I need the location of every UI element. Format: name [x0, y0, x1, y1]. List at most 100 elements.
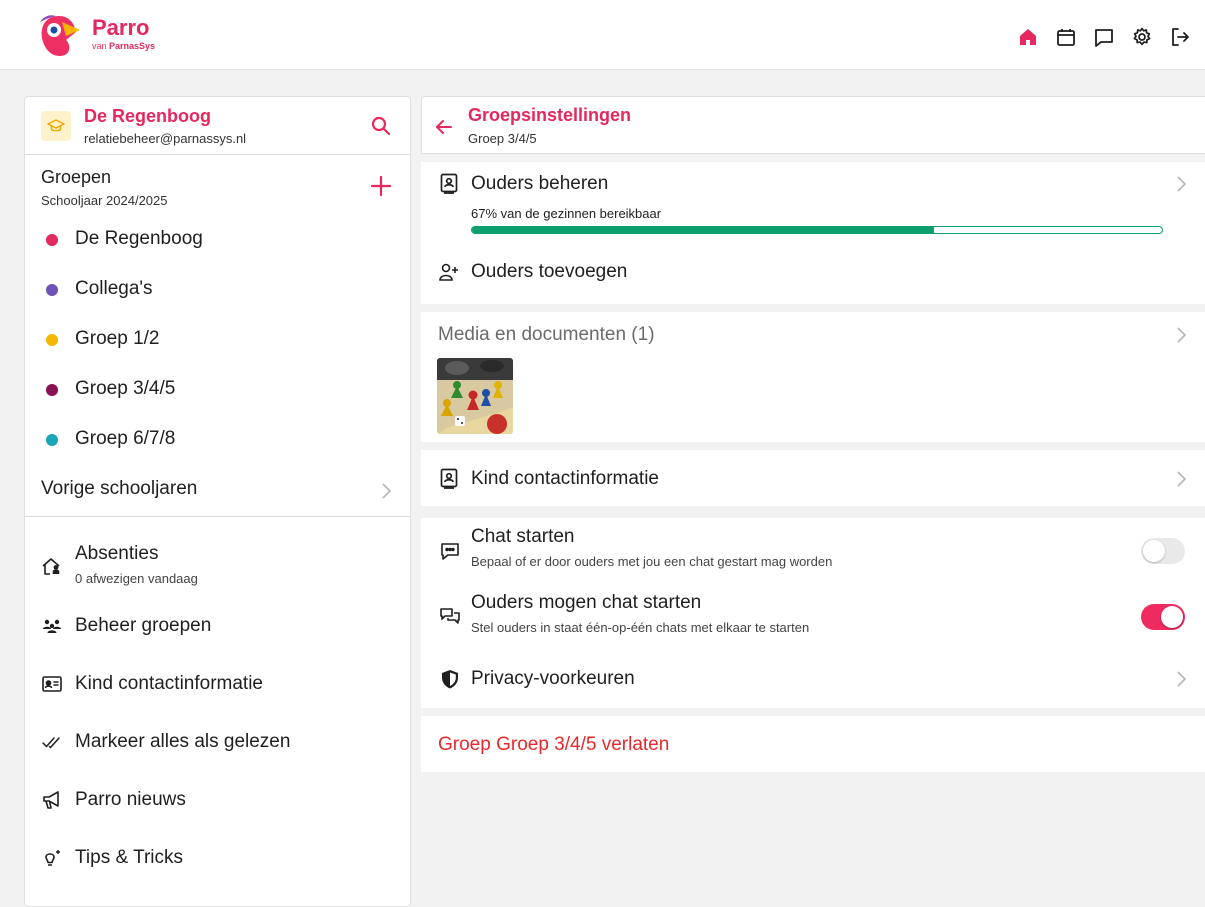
- group-item-groep-6-7-8[interactable]: Groep 6/7/8: [25, 415, 410, 465]
- parro-logo: [40, 15, 80, 56]
- menu-mark-all-read[interactable]: Markeer alles als gelezen: [25, 713, 410, 771]
- menu-label: Parro nieuws: [75, 789, 186, 810]
- chat-icon[interactable]: [1091, 24, 1117, 50]
- chevron-right-icon: [1177, 176, 1187, 192]
- people-group-icon: [43, 619, 61, 633]
- sidebar: De Regenboog relatiebeheer@parnassys.nl …: [24, 96, 411, 907]
- menu-child-contact[interactable]: Kind contactinformatie: [25, 655, 410, 713]
- groups-header: Groepen Schooljaar 2024/2025: [25, 155, 410, 215]
- lightbulb-icon: [45, 850, 60, 866]
- chat-bubbles-icon: [440, 608, 460, 624]
- group-color-dot: [46, 384, 58, 396]
- add-person-icon: [439, 263, 458, 281]
- media-thumbnail-board-game[interactable]: [437, 358, 513, 434]
- chat-settings-card: Chat starten Bepaal of er door ouders me…: [421, 518, 1205, 708]
- media-card: Media en documenten (1): [421, 312, 1205, 442]
- chevron-right-icon: [1177, 471, 1187, 487]
- toggle-knob: [1143, 540, 1165, 562]
- add-parents-label: Ouders toevoegen: [471, 261, 628, 282]
- group-label: Collega's: [75, 278, 153, 299]
- back-arrow-icon[interactable]: [434, 117, 454, 137]
- previous-years-label: Vorige schooljaren: [41, 478, 198, 499]
- page-subtitle: Groep 3/4/5: [468, 131, 537, 146]
- add-parents-row[interactable]: Ouders toevoegen: [421, 248, 1205, 300]
- school-email: relatiebeheer@parnassys.nl: [84, 131, 247, 146]
- chat-bubble-dots-icon: [441, 543, 459, 560]
- megaphone-icon: [43, 791, 59, 809]
- child-contact-row[interactable]: Kind contactinformatie: [421, 450, 1205, 506]
- chat-start-toggle[interactable]: [1141, 538, 1185, 564]
- group-settings-panel: Groepsinstellingen Groep 3/4/5 Ouders be…: [421, 96, 1205, 907]
- menu-manage-groups[interactable]: Beheer groepen: [25, 597, 410, 655]
- menu-label: Markeer alles als gelezen: [75, 731, 291, 752]
- chevron-right-icon: [1177, 327, 1187, 343]
- parents-chat-row: Ouders mogen chat starten Stel ouders in…: [421, 586, 1205, 650]
- brand-name: Parro: [92, 15, 150, 40]
- parents-chat-label: Ouders mogen chat starten: [471, 592, 702, 613]
- chat-start-description: Bepaal of er door ouders met jou een cha…: [471, 554, 833, 569]
- group-color-dot: [46, 434, 58, 446]
- shield-icon: [442, 670, 458, 689]
- menu-absences[interactable]: Absenties 0 afwezigen vandaag: [25, 525, 410, 597]
- leave-group-button[interactable]: Groep Groep 3/4/5 verlaten: [438, 734, 669, 756]
- menu-label: Beheer groepen: [75, 615, 212, 636]
- home-icon[interactable]: [1015, 24, 1041, 50]
- reach-progress-bar: [471, 226, 1163, 234]
- chevron-right-icon: [1177, 671, 1187, 687]
- absences-count: 0 afwezigen vandaag: [75, 571, 198, 586]
- graduation-cap-icon: [47, 119, 65, 132]
- group-item-groep-3-4-5[interactable]: Groep 3/4/5: [25, 365, 410, 415]
- parents-chat-description: Stel ouders in staat één-op-één chats me…: [471, 620, 810, 635]
- group-label: Groep 3/4/5: [75, 378, 176, 399]
- menu-label: Tips & Tricks: [75, 847, 184, 868]
- reach-text: 67% van de gezinnen bereikbaar: [471, 206, 662, 221]
- double-check-icon: [42, 737, 60, 749]
- contact-book-icon: [440, 173, 458, 194]
- media-documents-label: Media en documenten (1): [438, 324, 655, 345]
- group-item-collegas[interactable]: Collega's: [25, 265, 410, 315]
- top-bar: Parro van ParnasSys: [0, 0, 1205, 70]
- school-badge: [41, 111, 71, 141]
- add-group-icon[interactable]: [370, 175, 392, 197]
- media-documents-row[interactable]: Media en documenten (1): [421, 312, 1205, 354]
- group-label: Groep 6/7/8: [75, 428, 176, 449]
- group-label: Groep 1/2: [75, 328, 160, 349]
- panel-header: Groepsinstellingen Groep 3/4/5: [421, 96, 1205, 154]
- top-nav: [1015, 24, 1193, 50]
- groups-title: Groepen: [41, 167, 112, 187]
- brand: Parro van ParnasSys: [92, 15, 156, 52]
- search-icon[interactable]: [370, 115, 392, 137]
- parents-card: Ouders beheren 67% van de gezinnen berei…: [421, 162, 1205, 304]
- group-color-dot: [46, 284, 58, 296]
- group-color-dot: [46, 234, 58, 246]
- privacy-preferences-label: Privacy-voorkeuren: [471, 668, 635, 689]
- reach-progress-fill: [472, 227, 935, 233]
- group-item-de-regenboog[interactable]: De Regenboog: [25, 215, 410, 265]
- page-title: Groepsinstellingen: [468, 105, 632, 125]
- settings-icon[interactable]: [1129, 24, 1155, 50]
- parents-chat-toggle[interactable]: [1141, 604, 1185, 630]
- logout-icon[interactable]: [1167, 24, 1193, 50]
- school-header[interactable]: De Regenboog relatiebeheer@parnassys.nl: [25, 97, 410, 155]
- house-person-icon: [42, 558, 60, 575]
- contact-card-icon: [42, 676, 62, 692]
- child-contact-label: Kind contactinformatie: [471, 468, 659, 489]
- menu-parro-news[interactable]: Parro nieuws: [25, 771, 410, 829]
- calendar-icon[interactable]: [1053, 24, 1079, 50]
- menu-label: Kind contactinformatie: [75, 673, 263, 694]
- chat-start-row: Chat starten Bepaal of er door ouders me…: [421, 518, 1205, 582]
- leave-group-row[interactable]: Groep Groep 3/4/5 verlaten: [421, 716, 1205, 772]
- contact-book-icon: [440, 468, 458, 489]
- previous-school-years[interactable]: Vorige schooljaren: [25, 465, 410, 517]
- menu-label: Absenties: [75, 543, 159, 564]
- chat-start-label: Chat starten: [471, 526, 575, 547]
- chevron-right-icon: [382, 483, 392, 499]
- manage-parents-label: Ouders beheren: [471, 173, 609, 194]
- privacy-preferences-row[interactable]: Privacy-voorkeuren: [421, 656, 1205, 706]
- school-name: De Regenboog: [84, 106, 212, 126]
- menu-tips-tricks[interactable]: Tips & Tricks: [25, 829, 410, 887]
- group-color-dot: [46, 334, 58, 346]
- group-item-groep-1-2[interactable]: Groep 1/2: [25, 315, 410, 365]
- group-label: De Regenboog: [75, 228, 203, 249]
- brand-sub: van ParnasSys: [92, 41, 156, 51]
